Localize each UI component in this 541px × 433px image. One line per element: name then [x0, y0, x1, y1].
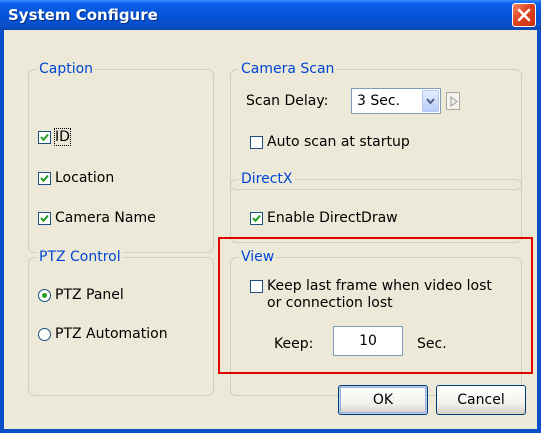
ptz-automation-radio-row[interactable]: PTZ Automation [38, 326, 168, 342]
checkmark-icon [252, 214, 261, 222]
cancel-button[interactable]: Cancel [436, 385, 526, 415]
scan-delay-select[interactable]: 3 Sec. [351, 88, 441, 114]
enable-directdraw-checkbox[interactable] [250, 211, 263, 225]
camera-scan-legend: Camera Scan [239, 61, 337, 77]
close-icon [517, 8, 531, 22]
close-button[interactable] [512, 3, 536, 27]
ptz-automation-label: PTZ Automation [55, 326, 168, 342]
ptz-panel-label: PTZ Panel [55, 287, 124, 303]
caption-id-label: ID [54, 128, 71, 146]
caption-camera-name-checkbox[interactable] [38, 211, 51, 225]
ptz-panel-radio[interactable] [38, 288, 51, 302]
dialog-client-area: Caption ID Location Camera Name Camera S… [4, 30, 537, 429]
caption-location-label: Location [55, 170, 115, 186]
ptz-control-group: PTZ Control PTZ Panel PTZ Automation [28, 249, 214, 396]
window-frame-right [537, 30, 541, 433]
radio-selected-dot [42, 292, 47, 298]
scan-delay-dropdown-button[interactable] [422, 90, 439, 112]
scan-next-button[interactable] [446, 92, 460, 110]
caption-id-checkbox-row[interactable]: ID [38, 128, 71, 146]
caption-group: Caption ID Location Camera Name [28, 61, 214, 253]
directx-group: DirectX Enable DirectDraw [230, 171, 522, 243]
auto-scan-checkbox-row[interactable]: Auto scan at startup [250, 134, 410, 150]
ptz-automation-radio[interactable] [38, 327, 51, 341]
checkmark-icon [40, 214, 49, 222]
play-right-icon [450, 96, 458, 107]
caption-legend: Caption [37, 61, 96, 77]
directx-legend: DirectX [239, 171, 295, 187]
ptz-panel-radio-row[interactable]: PTZ Panel [38, 287, 124, 303]
caption-location-checkbox[interactable] [38, 171, 51, 185]
auto-scan-checkbox[interactable] [250, 135, 263, 149]
window-title: System Configure [8, 6, 158, 24]
ptz-control-legend: PTZ Control [37, 249, 123, 265]
scan-delay-value: 3 Sec. [357, 93, 401, 109]
auto-scan-label: Auto scan at startup [267, 134, 410, 150]
enable-directdraw-label: Enable DirectDraw [267, 210, 398, 226]
caption-location-checkbox-row[interactable]: Location [38, 170, 114, 186]
caption-camera-name-checkbox-row[interactable]: Camera Name [38, 210, 156, 226]
chevron-down-icon [426, 98, 435, 105]
title-bar[interactable]: System Configure [0, 0, 541, 30]
enable-directdraw-checkbox-row[interactable]: Enable DirectDraw [250, 210, 398, 226]
view-highlight-box [218, 237, 533, 374]
system-configure-window: System Configure Caption ID Location Cam… [0, 0, 541, 433]
caption-id-checkbox[interactable] [38, 130, 51, 144]
checkmark-icon [40, 174, 49, 182]
window-frame-bottom [0, 429, 541, 433]
caption-camera-name-label: Camera Name [55, 210, 156, 226]
scan-delay-label: Scan Delay: [246, 93, 329, 109]
checkmark-icon [40, 133, 49, 141]
ok-button[interactable]: OK [338, 385, 428, 415]
